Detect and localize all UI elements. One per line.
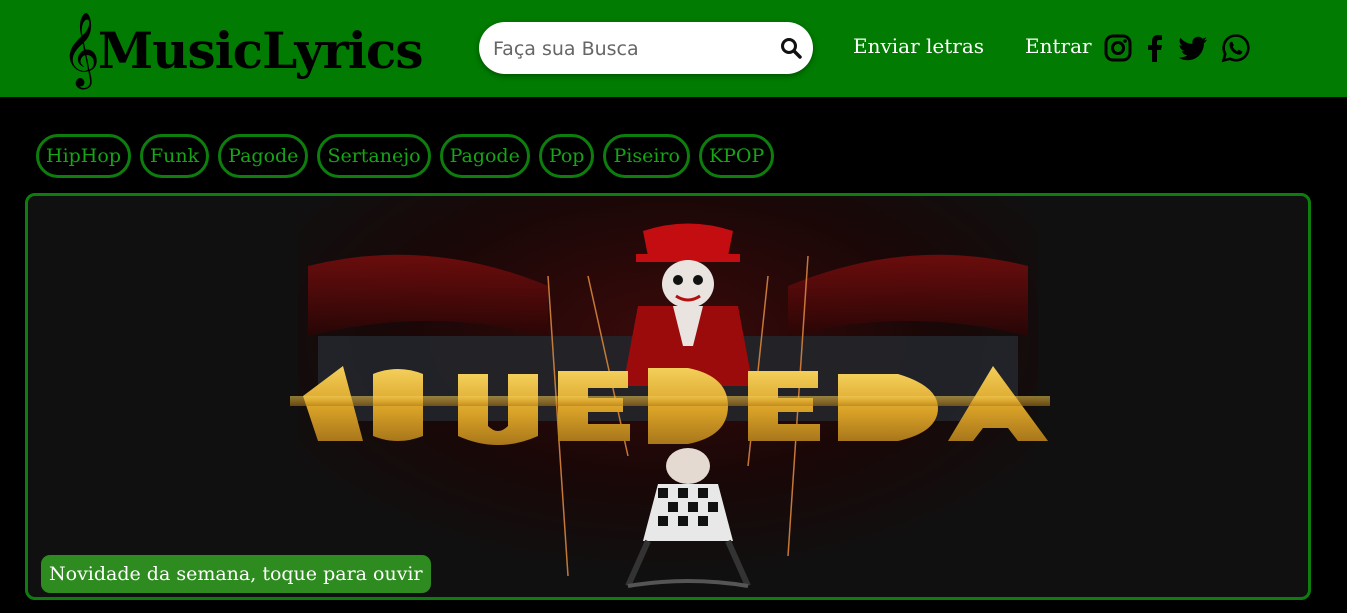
genre-chip-pagode-2[interactable]: Pagode	[439, 134, 530, 178]
search-icon[interactable]	[779, 36, 803, 60]
header-bar: 𝄞 MusicLyrics Enviar letras Entrar	[0, 0, 1347, 97]
genre-chip-pagode[interactable]: Pagode	[218, 134, 309, 178]
genre-chip-funk[interactable]: Funk	[139, 134, 210, 178]
instagram-icon[interactable]	[1103, 33, 1133, 63]
genre-chip-pop[interactable]: Pop	[538, 134, 595, 178]
genre-chip-piseiro[interactable]: Piseiro	[603, 134, 690, 178]
whatsapp-icon[interactable]	[1221, 33, 1251, 63]
treble-clef-icon: 𝄞	[62, 13, 100, 87]
featured-banner[interactable]: Novidade da semana, toque para ouvir	[25, 193, 1311, 600]
genre-list: HipHop Funk Pagode Sertanejo Pagode Pop …	[36, 134, 775, 178]
genre-chip-sertanejo[interactable]: Sertanejo	[317, 134, 431, 178]
site-logo[interactable]: 𝄞 MusicLyrics	[62, 13, 424, 87]
search-input[interactable]	[491, 22, 765, 76]
banner-caption[interactable]: Novidade da semana, toque para ouvir	[41, 555, 431, 593]
send-lyrics-link[interactable]: Enviar letras	[853, 34, 984, 58]
facebook-icon[interactable]	[1140, 33, 1170, 63]
featured-cover-art	[290, 196, 1050, 597]
genre-chip-hiphop[interactable]: HipHop	[36, 134, 131, 178]
login-link[interactable]: Entrar	[1025, 34, 1092, 58]
twitter-icon[interactable]	[1178, 33, 1208, 63]
search-box	[479, 22, 813, 76]
genre-chip-kpop[interactable]: KPOP	[698, 134, 775, 178]
site-name: MusicLyrics	[97, 20, 424, 80]
